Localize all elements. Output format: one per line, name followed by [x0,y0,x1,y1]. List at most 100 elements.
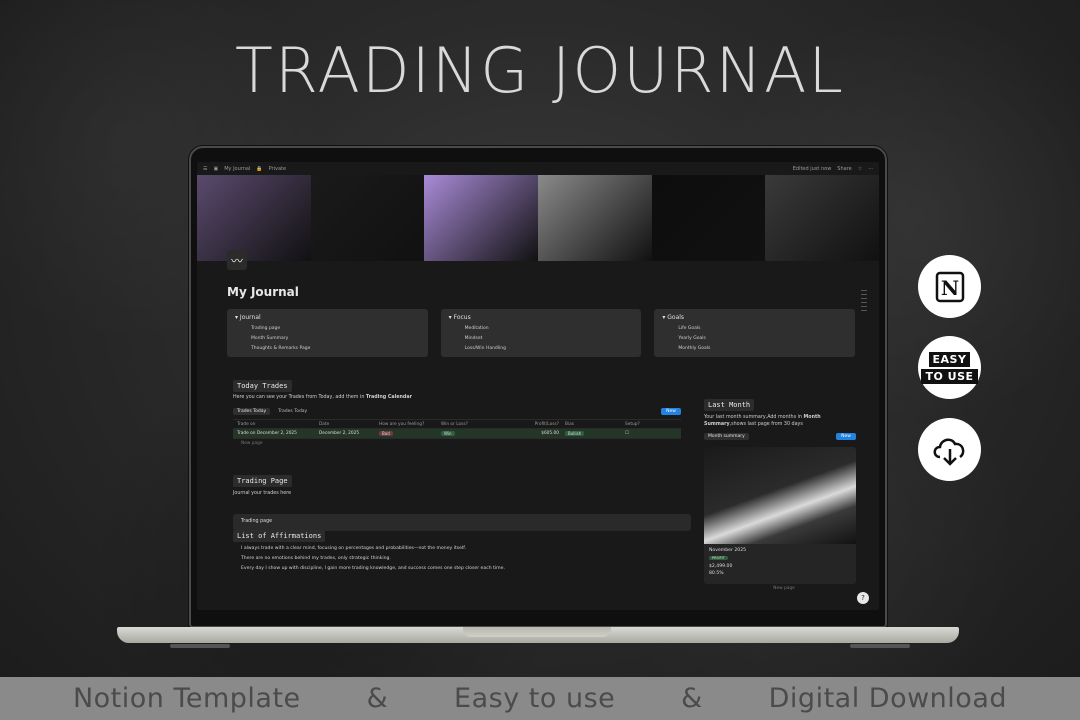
setup-checkbox[interactable]: ☐ [625,431,675,436]
affirmations-heading[interactable]: List of Affirmations [233,530,326,542]
link-loss-win[interactable]: Loss/Win Handling [465,344,634,354]
edited-label: Edited just now [792,165,832,172]
new-button[interactable]: New [836,432,856,440]
bottom-banner: Notion Template & Easy to use & Digital … [0,677,1080,720]
outline-indicator[interactable] [861,290,867,314]
banner-ampersand: & [366,683,389,714]
link-thoughts[interactable]: Thoughts & Remarks Page [251,344,420,354]
desc-text: Your last month summary,Add months in [704,415,802,420]
link-life-goals[interactable]: Life Goals [678,324,847,334]
cover-photo-5 [651,175,766,261]
banner-easy-to-use: Easy to use [454,683,616,714]
table-header: Trade on Date How are you feeling? Win o… [233,419,681,429]
link-yearly-goals[interactable]: Yearly Goals [678,334,847,344]
col-trade-on[interactable]: Trade on [233,422,319,427]
banner-notion-template: Notion Template [72,683,301,714]
easy-to-use-badge: EASY TO USE [918,336,981,399]
banner-ampersand: & [681,683,703,714]
col-feeling[interactable]: How are you feeling? [379,422,441,427]
col-bias[interactable]: Bias [565,422,625,427]
last-month-desc: Your last month summary,Add months in Mo… [704,414,856,428]
trading-page-link[interactable]: Trading page [233,514,691,531]
page-icon-small: ▣ [213,165,219,172]
star-icon[interactable]: ☆ [858,166,862,172]
page-title[interactable]: My Journal [227,285,299,299]
cell-trade-name[interactable]: Trade on December 2, 2025 [233,431,319,436]
notion-logo-icon: N [918,255,981,318]
card-cover-photo [704,447,856,544]
new-page-row[interactable]: New page [233,439,681,449]
to-use-label: TO USE [921,368,978,384]
callouts-row: ▾ Journal Trading page Month Summary Tho… [227,309,856,357]
link-mindset[interactable]: Mindset [465,334,634,344]
menu-icon[interactable]: ☰ [203,166,207,172]
callout-journal[interactable]: ▾ Journal Trading page Month Summary Tho… [227,309,428,357]
laptop-foot [170,644,230,648]
callout-title: Journal [239,314,261,321]
svg-text:N: N [940,276,958,300]
help-button[interactable]: ? [857,592,869,604]
col-date[interactable]: Date [319,422,379,427]
callout-title: Goals [667,314,685,321]
cell-bias-tag[interactable]: Bullish [565,430,585,436]
trading-page-desc: Journal your trades here [233,491,292,496]
affirmation-item[interactable]: There are no emotions behind my trades, … [241,556,391,561]
callout-goals[interactable]: ▾ Goals Life Goals Yearly Goals Monthly … [654,309,856,357]
today-trades-desc: Here you can see your Trades from Today,… [233,395,412,400]
link-monthly-goals[interactable]: Monthly Goals [678,344,847,354]
new-page-row[interactable]: New page [704,584,856,594]
laptop-screen-frame: ☰ ▣ My Journal 🔒 Private Edited just now… [189,146,887,628]
link-trading-page[interactable]: Trading page [251,324,420,334]
card-amount: $2,499.00 [709,564,733,569]
card-title: November 2025 [709,548,747,553]
card-percent: 80.5% [709,571,724,576]
laptop-notch [463,627,611,637]
cloud-download-icon [918,418,981,481]
cell-result-tag[interactable]: Win [441,430,455,436]
month-card[interactable]: November 2025 PROFIT $2,499.00 80.5% [704,447,856,584]
tab-trades-today-2[interactable]: Trades Today [278,409,307,414]
profit-badge: PROFIT [709,556,728,560]
table-row[interactable]: Trade on December 2, 2025 December 2, 20… [233,429,681,439]
callout-focus[interactable]: ▾ Focus Meditation Mindset Loss/Win Hand… [440,309,642,357]
cover-image [197,175,879,261]
laptop-foot [850,644,910,648]
desc-suffix: ,shows last page from 30 days [729,422,803,427]
last-month-heading[interactable]: Last Month [704,399,755,411]
affirmation-item[interactable]: Every day I show up with discipline, I g… [241,566,505,571]
col-profit[interactable]: Profit/Loss? [509,422,565,427]
last-month-section: Last Month Your last month summary,Add m… [704,392,856,594]
tab-month-summary[interactable]: Month summary [704,432,749,440]
easy-label: EASY [928,351,971,367]
cover-photo-6 [765,175,879,261]
breadcrumb[interactable]: My Journal [224,166,250,172]
link-meditation[interactable]: Meditation [465,324,634,334]
share-button[interactable]: Share [837,166,851,172]
callout-title: Focus [453,314,471,321]
link-month-summary[interactable]: Month Summary [251,334,420,344]
cell-date[interactable]: December 2, 2025 [319,431,379,436]
chart-icon[interactable]: 〰 [227,250,247,270]
desc-text: Here you can see your Trades from Today,… [233,395,365,400]
cell-profit[interactable]: $605.00 [509,431,565,436]
col-win-loss[interactable]: Win or Loss? [441,422,509,427]
privacy-label[interactable]: Private [269,166,286,172]
col-setup[interactable]: Setup? [625,422,675,427]
cover-photo-1 [197,175,311,261]
cover-photo-3 [424,175,539,261]
more-icon[interactable]: ··· [868,166,873,172]
cover-photo-2 [310,175,425,261]
banner-digital-download: Digital Download [768,683,1007,714]
notion-window: ☰ ▣ My Journal 🔒 Private Edited just now… [197,162,879,610]
cell-feeling-tag[interactable]: Bad [379,430,393,436]
today-trades-database: Trades Today Trades Today New Trade on D… [233,406,681,449]
trading-page-heading[interactable]: Trading Page [233,475,292,487]
tab-trades-today[interactable]: Trades Today [233,407,271,415]
headline-title: TRADING JOURNAL [235,34,845,107]
cover-photo-4 [538,175,652,261]
notion-topbar: ☰ ▣ My Journal 🔒 Private Edited just now… [197,162,879,175]
trading-calendar-link[interactable]: Trading Calendar [366,395,412,400]
affirmation-item[interactable]: I always trade with a clear mind, focusi… [241,546,466,551]
new-button[interactable]: New [661,407,681,415]
today-trades-heading[interactable]: Today Trades [233,380,292,392]
